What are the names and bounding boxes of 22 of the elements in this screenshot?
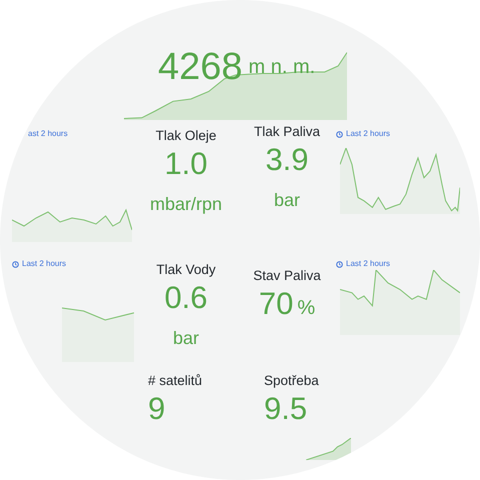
stat-title: Tlak Oleje [156, 128, 216, 144]
stat-value: 9.5 [264, 390, 308, 428]
time-range-label: Last 2 hours [12, 258, 66, 270]
unit-label: bar [172, 328, 199, 350]
area-chart [306, 438, 351, 460]
stat-value: 0.6 [164, 279, 208, 318]
time-range-label: Last 2 hours [336, 128, 390, 140]
stat-title: Stav Paliva [253, 268, 321, 284]
unit-label: mbar/rpn [150, 194, 222, 216]
stat-value: 1.0 [164, 145, 208, 184]
stat-value: 9 [148, 390, 166, 428]
stat-value: 70 [258, 285, 294, 324]
stat-value: 3.9 [265, 141, 309, 180]
stat-value: 4268 [158, 45, 243, 90]
unit-label: bar [274, 190, 300, 212]
stat-title: # satelitů [148, 373, 202, 390]
unit-label: % [297, 296, 316, 322]
stat-title: Spotřeba [264, 373, 319, 390]
stat-title: Tlak Vody [156, 262, 216, 278]
time-range-label: Last 2 hours [336, 258, 390, 270]
time-range-label: ast 2 hours [28, 128, 68, 140]
stat-title: Tlak Paliva [254, 124, 320, 140]
